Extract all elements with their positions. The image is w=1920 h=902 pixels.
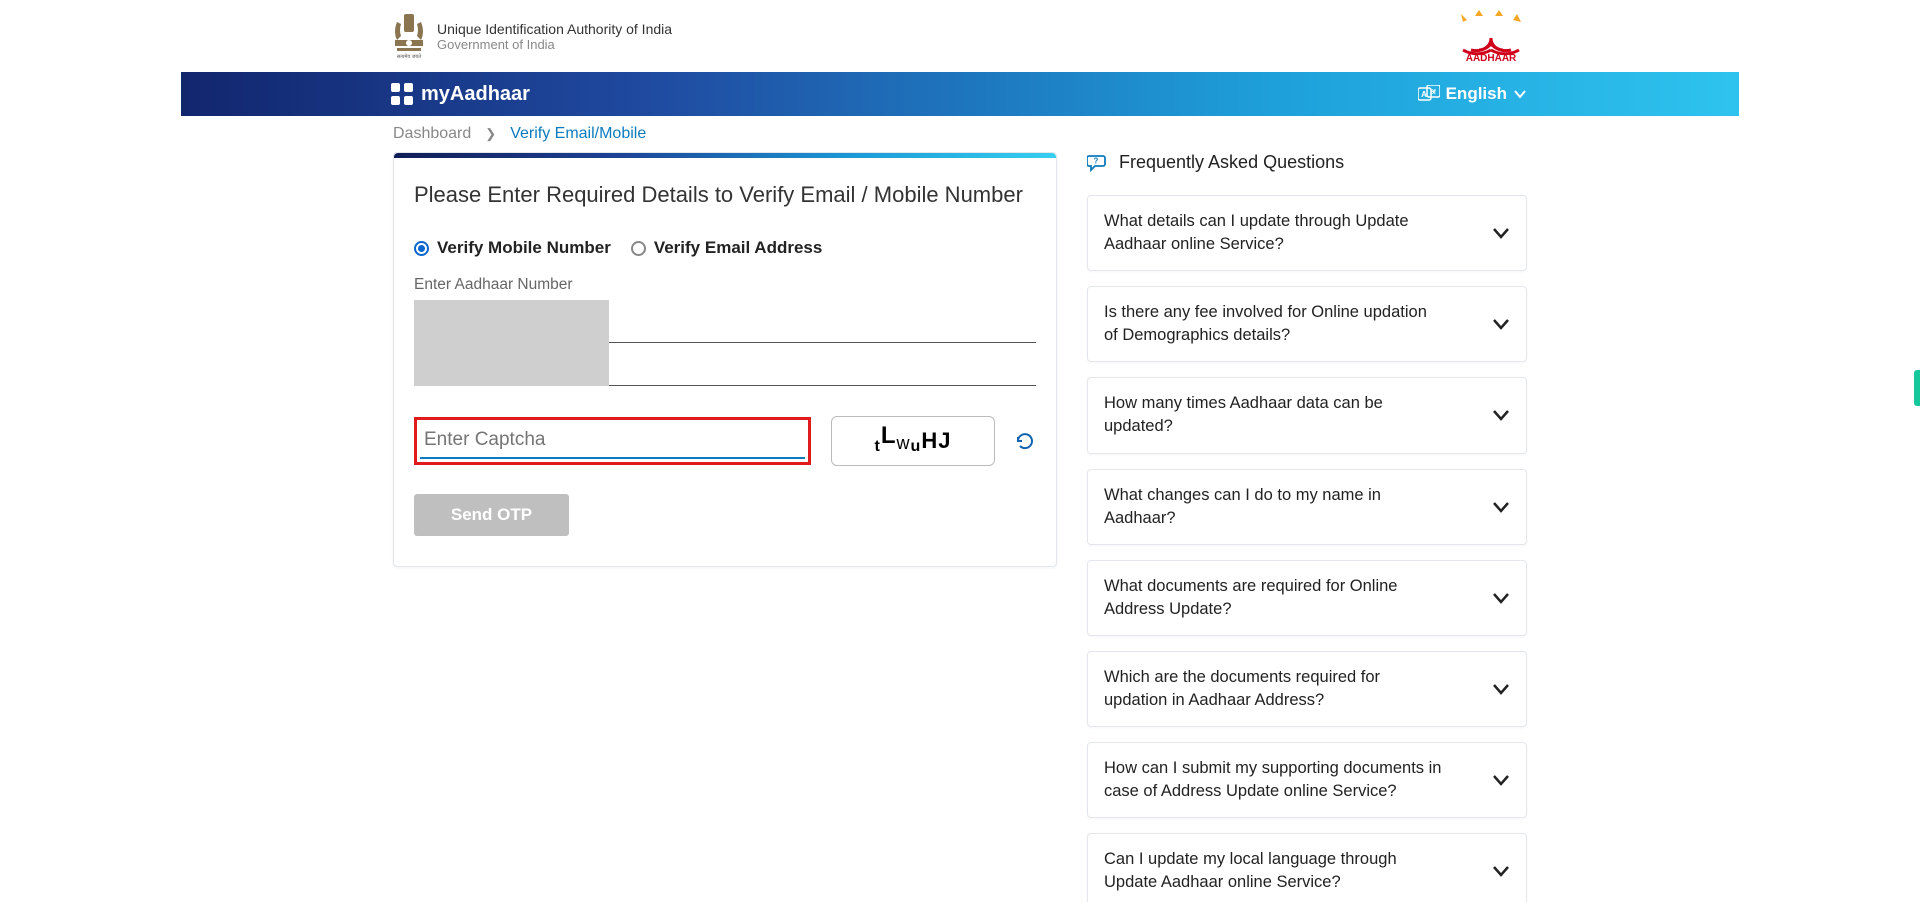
chevron-down-icon <box>1492 498 1510 516</box>
faq-item[interactable]: Can I update my local language through U… <box>1087 833 1527 902</box>
faq-question-text: What documents are required for Online A… <box>1104 575 1444 621</box>
faq-question-text: Which are the documents required for upd… <box>1104 666 1444 712</box>
faq-question-text: Is there any fee involved for Online upd… <box>1104 301 1444 347</box>
captcha-input[interactable] <box>420 423 805 459</box>
radio-email-label: Verify Email Address <box>654 238 823 258</box>
aadhaar-number-field <box>414 300 1036 386</box>
faq-header: ? Frequently Asked Questions <box>1087 152 1527 173</box>
faq-item[interactable]: What changes can I do to my name in Aadh… <box>1087 469 1527 545</box>
svg-text:सत्यमेव जयते: सत्यमेव जयते <box>397 53 421 60</box>
svg-text:AADHAAR: AADHAAR <box>1466 53 1517 62</box>
chevron-down-icon <box>1513 87 1527 101</box>
chevron-down-icon <box>1492 589 1510 607</box>
send-otp-button[interactable]: Send OTP <box>414 494 569 536</box>
svg-text:A: A <box>1421 90 1427 99</box>
aadhaar-masked-block <box>414 300 609 386</box>
chevron-down-icon <box>1492 680 1510 698</box>
grid-icon <box>391 83 413 105</box>
india-emblem-icon: सत्यमेव जयते <box>391 12 427 60</box>
translate-icon: A अ <box>1418 85 1440 103</box>
radio-dot-unselected-icon <box>631 241 646 256</box>
captcha-image: tLwuHJ <box>831 416 995 466</box>
breadcrumb-current: Verify Email/Mobile <box>510 125 646 143</box>
brand-text: myAadhaar <box>421 83 530 106</box>
header-top: सत्यमेव जयते Unique Identification Autho… <box>181 0 1739 72</box>
faq-question-text: What details can I update through Update… <box>1104 210 1444 256</box>
svg-text:अ: अ <box>1430 89 1436 96</box>
faq-item[interactable]: What details can I update through Update… <box>1087 195 1527 271</box>
faq-question-text: How many times Aadhaar data can be updat… <box>1104 392 1444 438</box>
breadcrumb-separator: ❯ <box>485 126 496 142</box>
faq-item[interactable]: Which are the documents required for upd… <box>1087 651 1527 727</box>
faq-icon: ? <box>1087 154 1109 172</box>
chevron-down-icon <box>1492 224 1510 242</box>
chevron-down-icon <box>1492 771 1510 789</box>
refresh-captcha-icon[interactable] <box>1015 431 1035 451</box>
breadcrumb: Dashboard ❯ Verify Email/Mobile <box>181 116 1739 152</box>
chevron-down-icon <box>1492 315 1510 333</box>
radio-verify-email[interactable]: Verify Email Address <box>631 238 823 258</box>
faq-item[interactable]: How many times Aadhaar data can be updat… <box>1087 377 1527 453</box>
faq-item[interactable]: Is there any fee involved for Online upd… <box>1087 286 1527 362</box>
faq-column: ? Frequently Asked Questions What detail… <box>1087 152 1527 902</box>
captcha-input-highlight <box>414 417 811 465</box>
faq-title: Frequently Asked Questions <box>1119 152 1344 173</box>
gov-emblem-block: सत्यमेव जयते Unique Identification Autho… <box>391 12 672 60</box>
breadcrumb-dashboard[interactable]: Dashboard <box>393 125 471 143</box>
feedback-tab[interactable] <box>1914 370 1920 406</box>
faq-item[interactable]: How can I submit my supporting documents… <box>1087 742 1527 818</box>
radio-dot-selected-icon <box>414 241 429 256</box>
org-name: Unique Identification Authority of India <box>437 21 672 37</box>
navbar-brand[interactable]: myAadhaar <box>391 83 530 106</box>
aadhaar-input-lines[interactable] <box>609 300 1036 386</box>
faq-question-text: How can I submit my supporting documents… <box>1104 757 1444 803</box>
language-label: English <box>1446 84 1507 104</box>
faq-item[interactable]: What documents are required for Online A… <box>1087 560 1527 636</box>
language-switcher[interactable]: A अ English <box>1418 84 1527 104</box>
faq-question-text: Can I update my local language through U… <box>1104 848 1444 894</box>
verify-form-card: Please Enter Required Details to Verify … <box>393 152 1057 567</box>
aadhaar-number-label: Enter Aadhaar Number <box>414 276 1036 294</box>
aadhaar-logo-icon: AADHAAR <box>1455 10 1527 62</box>
navbar: myAadhaar A अ English <box>181 72 1739 116</box>
chevron-down-icon <box>1492 862 1510 880</box>
radio-mobile-label: Verify Mobile Number <box>437 238 611 258</box>
org-subtitle: Government of India <box>437 37 672 52</box>
chevron-down-icon <box>1492 406 1510 424</box>
form-title: Please Enter Required Details to Verify … <box>414 182 1036 208</box>
captcha-row: tLwuHJ <box>414 416 1036 466</box>
verify-type-radio-group: Verify Mobile Number Verify Email Addres… <box>414 238 1036 258</box>
faq-question-text: What changes can I do to my name in Aadh… <box>1104 484 1444 530</box>
radio-verify-mobile[interactable]: Verify Mobile Number <box>414 238 611 258</box>
svg-text:?: ? <box>1094 156 1099 165</box>
emblem-text: Unique Identification Authority of India… <box>437 21 672 52</box>
